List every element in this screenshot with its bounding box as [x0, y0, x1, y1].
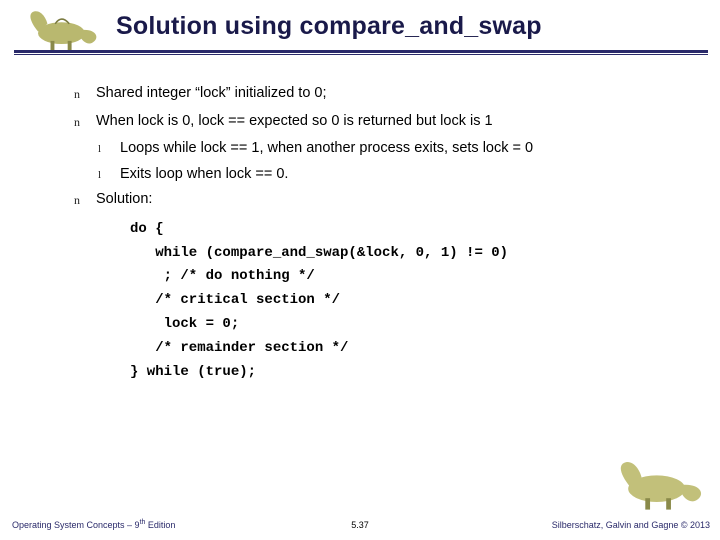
- bullet-mark: n: [74, 84, 96, 104]
- slide: Solution using compare_and_swap n Shared…: [0, 0, 720, 540]
- code-line: lock = 0;: [130, 313, 694, 337]
- bullet-item: n Shared integer “lock” initialized to 0…: [74, 84, 694, 104]
- code-line: do {: [130, 218, 694, 242]
- bullet-mark: l: [98, 165, 120, 185]
- sub-bullet-item: l Exits loop when lock == 0.: [98, 165, 694, 185]
- bullet-mark: n: [74, 190, 96, 210]
- slide-body: n Shared integer “lock” initialized to 0…: [74, 84, 694, 384]
- code-line: } while (true);: [130, 361, 694, 385]
- code-line: ; /* do nothing */: [130, 265, 694, 289]
- slide-header: Solution using compare_and_swap: [0, 0, 720, 58]
- bullet-text: When lock is 0, lock == expected so 0 is…: [96, 112, 694, 132]
- bullet-item: n When lock is 0, lock == expected so 0 …: [74, 112, 694, 132]
- bullet-text: Shared integer “lock” initialized to 0;: [96, 84, 694, 104]
- bullet-mark: l: [98, 139, 120, 159]
- divider-thin: [14, 54, 708, 55]
- bullet-text: Solution:: [96, 190, 694, 210]
- footer-copyright: Silberschatz, Galvin and Gagne © 2013: [552, 520, 710, 530]
- slide-footer: Operating System Concepts – 9th Edition …: [0, 504, 720, 540]
- code-block: do { while (compare_and_swap(&lock, 0, 1…: [130, 218, 694, 385]
- bullet-text: Loops while lock == 1, when another proc…: [120, 139, 694, 159]
- bullet-mark: n: [74, 112, 96, 132]
- bullet-text: Exits loop when lock == 0.: [120, 165, 694, 185]
- bullet-item: n Solution:: [74, 190, 694, 210]
- code-line: while (compare_and_swap(&lock, 0, 1) != …: [130, 242, 694, 266]
- code-line: /* remainder section */: [130, 337, 694, 361]
- slide-title: Solution using compare_and_swap: [116, 12, 542, 41]
- code-line: /* critical section */: [130, 289, 694, 313]
- dinosaur-icon: [24, 6, 102, 54]
- sub-bullet-item: l Loops while lock == 1, when another pr…: [98, 139, 694, 159]
- divider-thick: [14, 50, 708, 53]
